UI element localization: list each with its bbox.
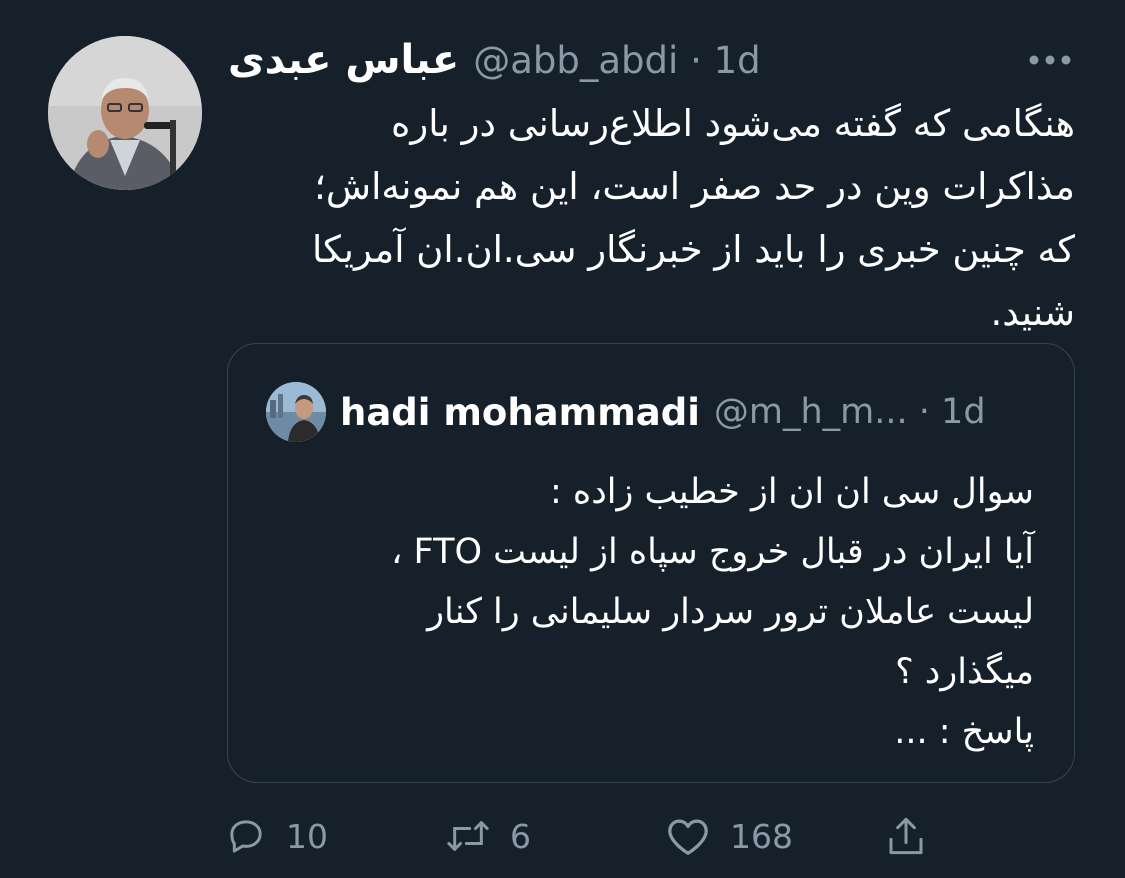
quoted-author-name[interactable]: hadi mohammadi (340, 391, 700, 434)
tweet-header: عباس عبدی @abb_abdi · 1d (228, 30, 761, 90)
author-name[interactable]: عباس عبدی (228, 37, 459, 83)
reply-button[interactable]: 10 (226, 808, 328, 864)
quoted-author-avatar[interactable] (266, 382, 326, 442)
quoted-author-meta: @m_h_m... · 1d (714, 392, 986, 432)
like-button[interactable]: 168 (666, 808, 793, 864)
meta-separator: · (690, 38, 714, 82)
quoted-tweet-header: hadi mohammadi @m_h_m... · 1d (340, 382, 986, 442)
more-dots-icon (1029, 55, 1071, 65)
retweet-icon (447, 821, 489, 851)
share-icon (889, 817, 923, 855)
tweet-text: هنگامی که گفته می‌شود اطلاع‌رسانی در بار… (311, 102, 1075, 334)
share-button[interactable] (886, 808, 926, 864)
tweet-time[interactable]: 1d (714, 39, 761, 82)
quoted-tweet[interactable]: hadi mohammadi @m_h_m... · 1d سوال سی ان… (227, 343, 1075, 783)
retweet-count: 6 (510, 816, 531, 856)
quoted-tweet-text: سوال سی ان ان از خطیب زاده : آیا ایران د… (391, 472, 1034, 752)
reply-icon (230, 820, 262, 853)
author-meta: @abb_abdi · 1d (473, 39, 760, 82)
retweet-button[interactable]: 6 (446, 808, 531, 864)
tweet-actions: 10 6 168 (226, 808, 946, 864)
like-count: 168 (730, 816, 793, 856)
quoted-avatar-image (266, 382, 326, 442)
reply-count: 10 (286, 816, 328, 856)
quoted-tweet-time[interactable]: 1d (941, 392, 986, 432)
author-avatar[interactable] (48, 36, 202, 190)
author-avatar-image (48, 36, 202, 190)
quoted-meta-separator: · (918, 392, 942, 432)
like-icon (668, 819, 708, 855)
more-options-button[interactable] (1018, 40, 1082, 80)
author-handle[interactable]: @abb_abdi (473, 39, 678, 82)
quoted-author-handle[interactable]: @m_h_m... (714, 392, 908, 432)
